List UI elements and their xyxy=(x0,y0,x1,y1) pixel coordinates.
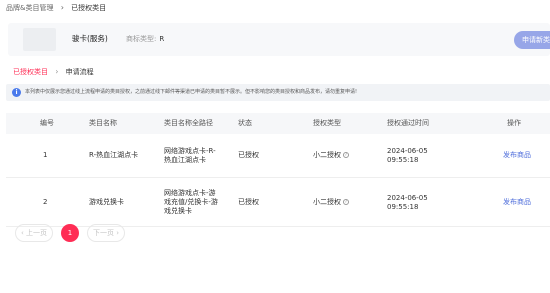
table-row: 2 游戏兑换卡 网络游戏点卡-游戏充值/兑换卡-游戏兑换卡 已授权 小二授权? … xyxy=(6,178,550,227)
breadcrumb-separator: › xyxy=(60,3,64,12)
breadcrumb-current: 已授权类目 xyxy=(71,4,107,12)
prev-page-button[interactable]: ‹ 上一页 xyxy=(15,224,53,242)
brand-type-label: 商标类型: xyxy=(126,35,157,43)
shop-logo xyxy=(23,28,56,51)
breadcrumb-parent[interactable]: 品牌&类目管理 xyxy=(6,4,53,12)
row-status: 已授权 xyxy=(238,198,259,206)
row-auth-time: 2024-06-05 09:55:18 xyxy=(387,147,428,164)
tabs-separator: › xyxy=(55,67,59,76)
table-row: 1 R-热血江湖点卡 网络游戏点卡-R-热血江湖点卡 已授权 小二授权? 202… xyxy=(6,134,550,178)
tabs: 已授权类目 › 申请流程 xyxy=(13,66,94,78)
info-icon: i xyxy=(12,88,21,97)
header-path: 类目名称全路径 xyxy=(164,119,213,127)
row-no: 2 xyxy=(43,198,48,206)
brand-type-value: R xyxy=(159,35,165,43)
apply-new-category-button[interactable]: 申请新类目 xyxy=(514,31,550,49)
row-category-path: 网络游戏点卡-R-热血江湖点卡 xyxy=(164,147,216,164)
header-status: 状态 xyxy=(238,119,252,127)
header-name: 类目名称 xyxy=(89,119,117,127)
tab-application-process[interactable]: 申请流程 xyxy=(66,68,94,76)
notice-text: 本列表中仅展示您通过线上流程申请的类目授权，之前通过线下邮件等渠道已申请的类目暂… xyxy=(25,89,358,95)
row-category-name: 游戏兑换卡 xyxy=(89,198,124,206)
table-header: 编号 类目名称 类目名称全路径 状态 授权类型 授权通过时间 操作 xyxy=(6,113,550,134)
row-category-name: R-热血江湖点卡 xyxy=(89,151,139,159)
header-auth-type: 授权类型 xyxy=(313,119,341,127)
next-page-button[interactable]: 下一页 › xyxy=(87,224,125,242)
page-number-current[interactable]: 1 xyxy=(61,224,79,242)
row-auth-type-label: 小二授权 xyxy=(313,198,341,206)
header-auth-time: 授权通过时间 xyxy=(387,119,429,127)
breadcrumb: 品牌&类目管理 › 已授权类目 xyxy=(6,2,106,14)
notice-bar: i 本列表中仅展示您通过线上流程申请的类目授权，之前通过线下邮件等渠道已申请的类… xyxy=(6,84,550,101)
row-auth-type: 小二授权? xyxy=(313,198,349,207)
row-auth-time: 2024-06-05 09:55:18 xyxy=(387,194,428,211)
row-auth-type-label: 小二授权 xyxy=(313,151,341,159)
shop-info-card: 骏卡(服务) 商标类型:R 申请新类目 xyxy=(8,23,550,56)
brand-type: 商标类型: R xyxy=(126,33,164,45)
publish-product-link[interactable]: 发布商品 xyxy=(503,198,531,207)
row-auth-type: 小二授权? xyxy=(313,151,349,160)
shop-name: 骏卡(服务) xyxy=(72,34,108,43)
row-no: 1 xyxy=(43,151,48,159)
question-icon[interactable]: ? xyxy=(343,199,349,205)
question-icon[interactable]: ? xyxy=(343,152,349,158)
row-category-path: 网络游戏点卡-游戏充值/兑换卡-游戏兑换卡 xyxy=(164,189,218,215)
publish-product-link[interactable]: 发布商品 xyxy=(503,151,531,160)
header-no: 编号 xyxy=(40,119,54,127)
row-status: 已授权 xyxy=(238,151,259,159)
authorized-category-table: 编号 类目名称 类目名称全路径 状态 授权类型 授权通过时间 操作 1 R-热血… xyxy=(6,113,550,227)
tab-authorized-categories[interactable]: 已授权类目 xyxy=(13,68,48,76)
header-action: 操作 xyxy=(507,119,521,127)
